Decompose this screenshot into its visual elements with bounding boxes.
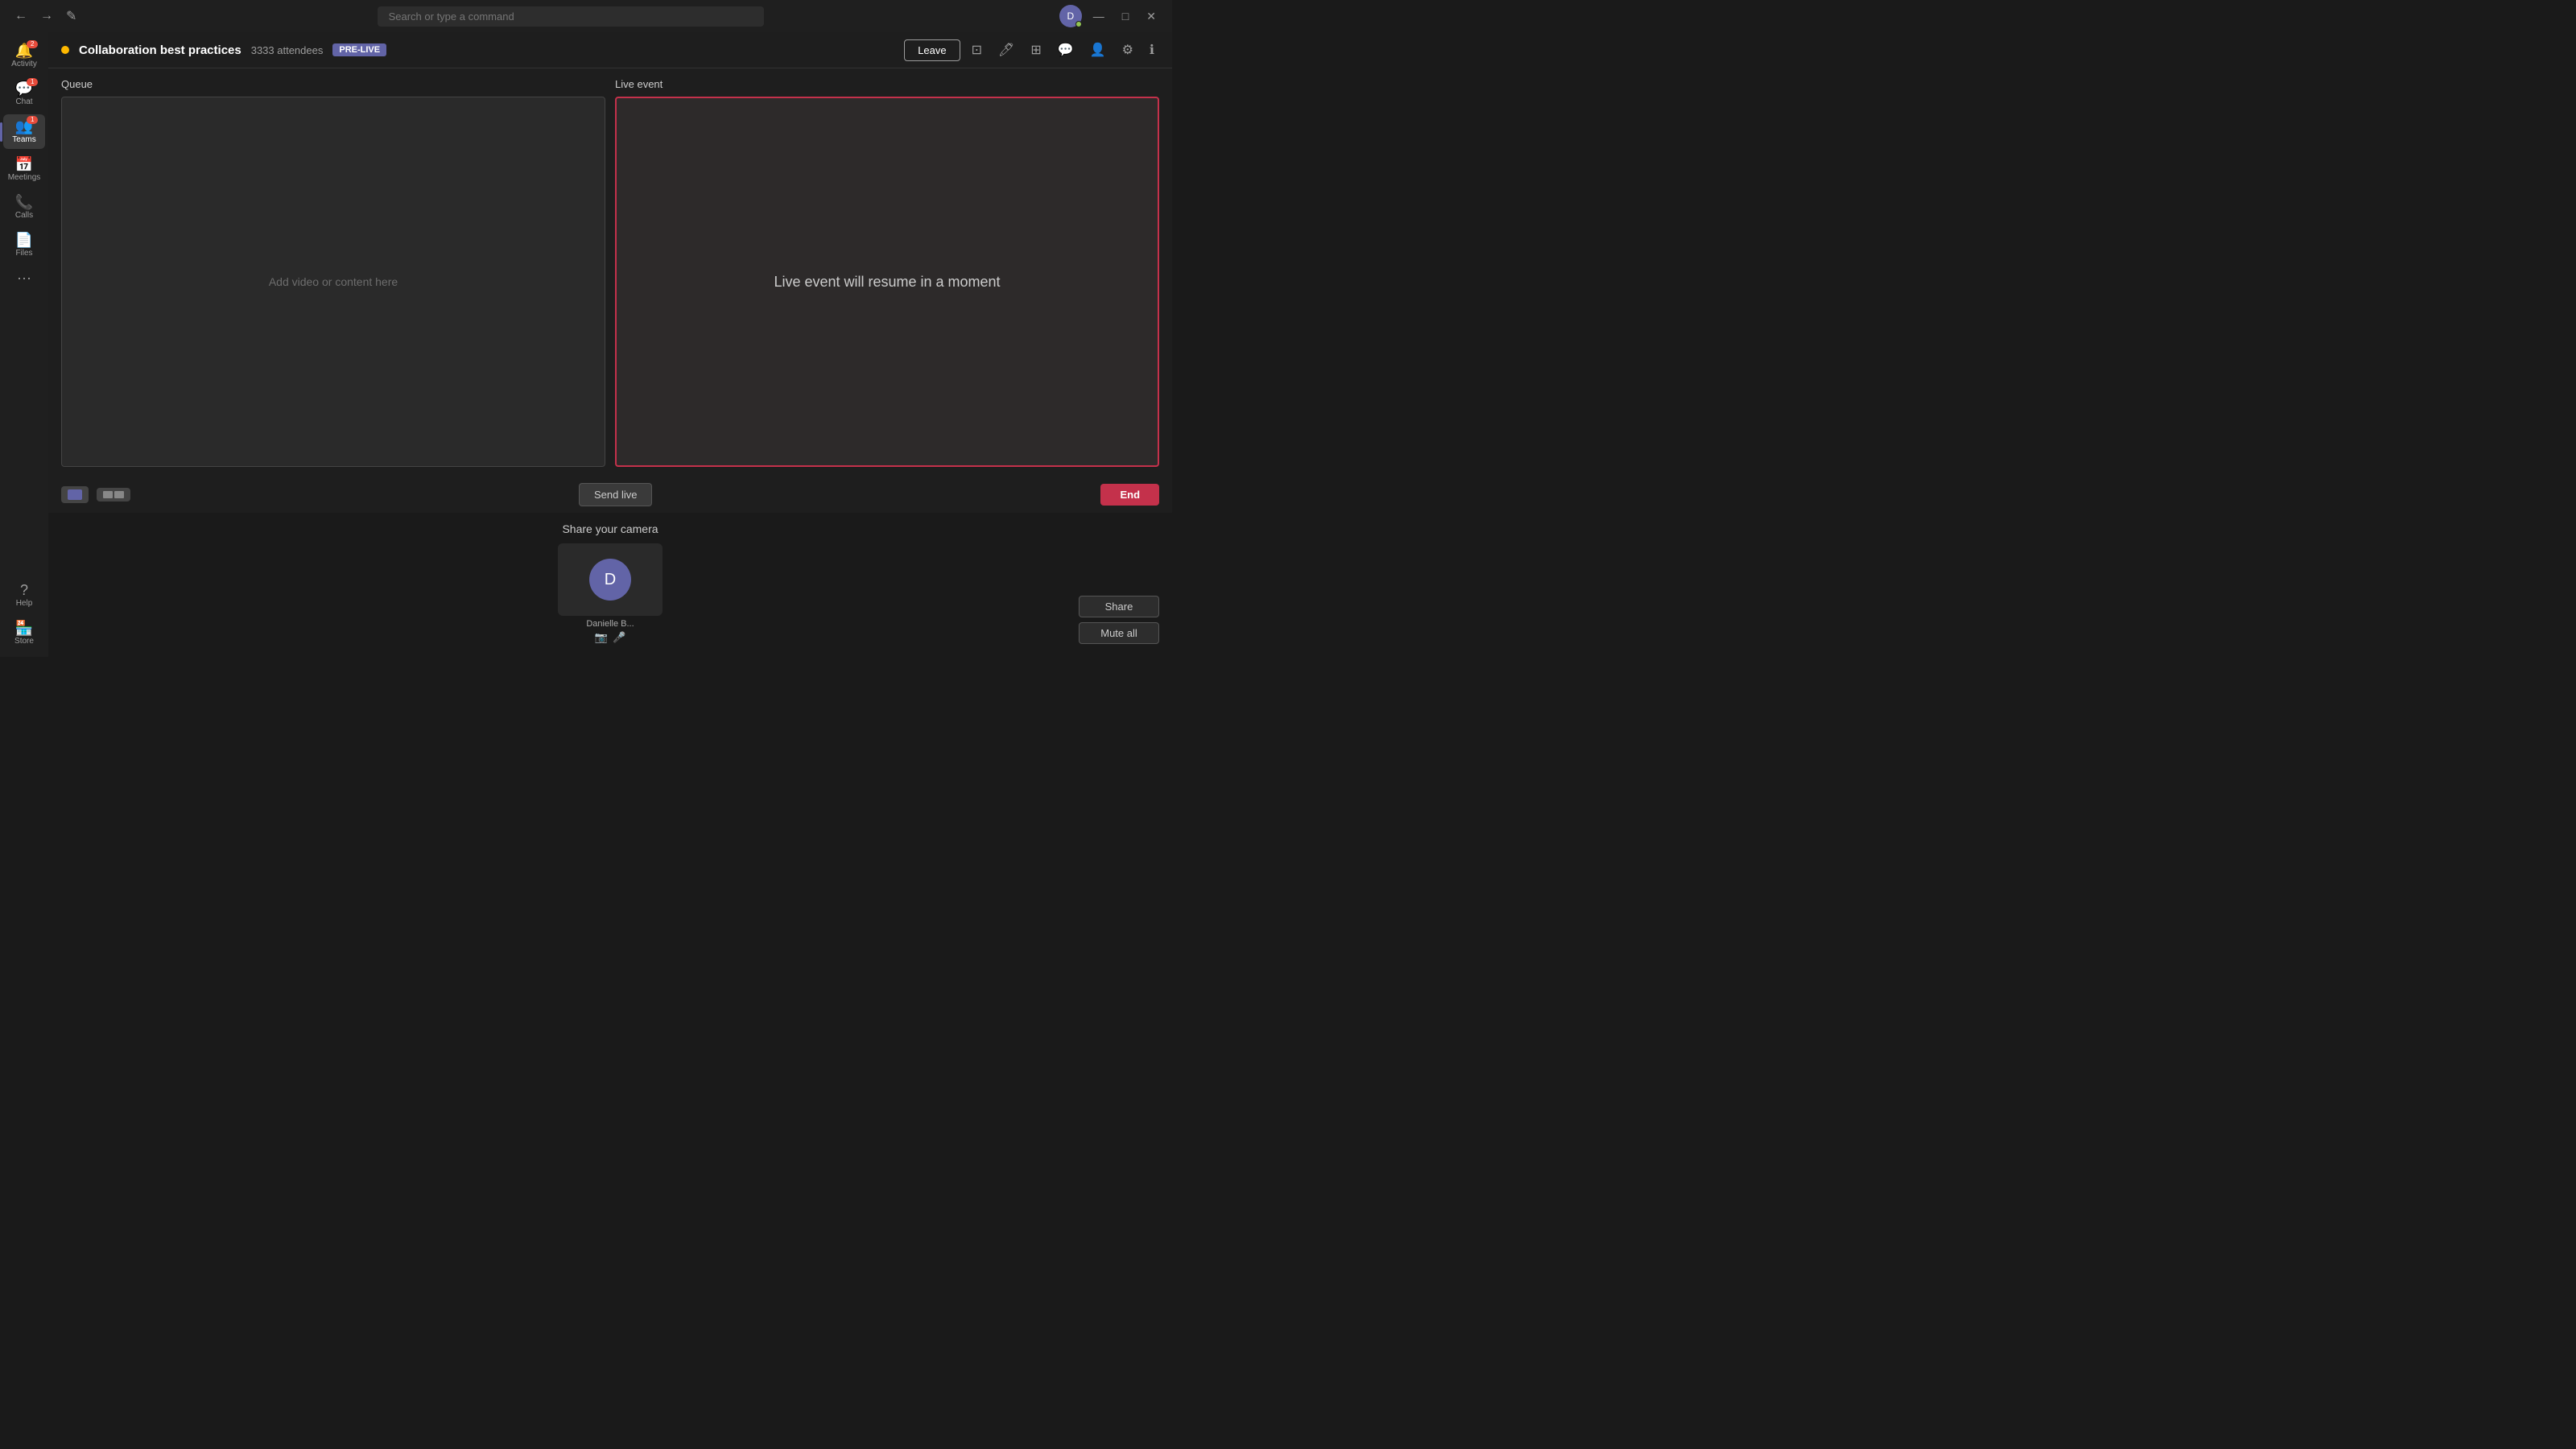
sidebar-item-chat[interactable]: 💬 1 Chat	[3, 76, 45, 111]
queue-area[interactable]: Add video or content here	[61, 97, 605, 467]
more-icon: ···	[17, 270, 31, 285]
layout-single-button[interactable]	[61, 486, 89, 503]
sidebar-label-chat: Chat	[15, 97, 32, 106]
share-button[interactable]: Share	[1079, 596, 1159, 617]
sidebar-bottom: ? Help 🏪 Store	[3, 578, 45, 657]
stage: Queue Add video or content here Live eve…	[48, 68, 1172, 477]
sidebar-item-more[interactable]: ···	[3, 266, 45, 290]
forward-button[interactable]: →	[35, 5, 58, 27]
activity-badge: 2	[27, 40, 38, 48]
store-icon: 🏪	[15, 621, 33, 635]
queue-placeholder: Add video or content here	[269, 275, 398, 288]
sidebar-item-files[interactable]: 📄 Files	[3, 228, 45, 262]
camera-icons: 📷 🎤	[595, 631, 625, 644]
camera-row: D Danielle B... 📷 🎤 Share Mute all	[61, 543, 1159, 644]
layout-split-icon-left	[103, 491, 113, 498]
main-content: Collaboration best practices 3333 attend…	[48, 32, 1172, 657]
camera-label: Share your camera	[562, 522, 658, 535]
teams-badge: 1	[27, 116, 38, 124]
send-live-button[interactable]: Send live	[579, 483, 652, 506]
sidebar-label-store: Store	[14, 637, 34, 646]
layout-single-icon	[68, 489, 82, 500]
sidebar-item-teams[interactable]: 👥 1 Teams	[3, 114, 45, 149]
live-event-message: Live event will resume in a moment	[774, 274, 1000, 291]
nav-buttons: ← → ✎	[10, 5, 81, 27]
controls-bar: Send live End	[48, 477, 1172, 513]
sidebar-item-calls[interactable]: 📞 Calls	[3, 190, 45, 225]
user-status	[1075, 21, 1082, 27]
live-panel: Live event Live event will resume in a m…	[615, 78, 1159, 467]
sidebar-label-teams: Teams	[12, 135, 35, 144]
info-icon[interactable]: ℹ	[1145, 39, 1159, 61]
header-toolbar: Leave ⊡ 🖊 ⊞ 💬 👤 ⚙ ℹ	[904, 39, 1159, 61]
sidebar: 🔔 2 Activity 💬 1 Chat 👥 1 Teams 📅 Meetin…	[0, 32, 48, 657]
title-bar: ← → ✎ D — □ ✕	[0, 0, 1172, 32]
mute-all-button[interactable]: Mute all	[1079, 622, 1159, 644]
close-button[interactable]: ✕	[1140, 6, 1162, 27]
attendees-count: 3333 attendees	[251, 44, 324, 56]
meeting-notes-icon[interactable]: ⊡	[967, 39, 987, 61]
camera-video-icon: 📷	[595, 631, 608, 644]
participants-icon[interactable]: 👤	[1085, 39, 1111, 61]
layout-split-button[interactable]	[97, 488, 130, 502]
search-input[interactable]	[378, 6, 764, 27]
participant-avatar: D	[589, 559, 631, 601]
sidebar-label-calls: Calls	[15, 211, 33, 220]
chat-badge: 1	[27, 78, 38, 86]
live-event-label: Live event	[615, 78, 1159, 90]
activity-icon: 🔔 2	[15, 43, 33, 58]
sidebar-label-activity: Activity	[11, 60, 37, 68]
sidebar-item-activity[interactable]: 🔔 2 Activity	[3, 39, 45, 73]
pre-live-badge: PRE-LIVE	[332, 43, 386, 56]
camera-mic-icon: 🎤	[613, 631, 625, 644]
share-screen-icon[interactable]: ⊞	[1026, 39, 1046, 61]
layout-split-icon-right	[114, 491, 124, 498]
whiteboard-icon[interactable]: 🖊	[993, 39, 1019, 61]
participant-name: Danielle B...	[586, 619, 634, 629]
chat-icon: 💬 1	[15, 81, 33, 96]
sidebar-label-files: Files	[15, 249, 32, 258]
camera-feed: D	[558, 543, 663, 616]
search-container	[88, 6, 1052, 27]
window-controls: D — □ ✕	[1059, 5, 1162, 27]
user-avatar[interactable]: D	[1059, 5, 1082, 27]
live-event-area: Live event will resume in a moment	[615, 97, 1159, 467]
queue-label: Queue	[61, 78, 605, 90]
minimize-button[interactable]: —	[1087, 6, 1111, 26]
calls-icon: 📞	[15, 195, 33, 209]
teams-icon: 👥 1	[15, 119, 33, 134]
event-status-indicator	[61, 46, 69, 54]
files-icon: 📄	[15, 233, 33, 247]
chat-panel-icon[interactable]: 💬	[1053, 39, 1079, 61]
end-button[interactable]: End	[1100, 484, 1159, 506]
sidebar-item-store[interactable]: 🏪 Store	[3, 616, 45, 650]
sidebar-label-help: Help	[16, 599, 33, 608]
back-button[interactable]: ←	[10, 5, 32, 27]
leave-button[interactable]: Leave	[904, 39, 960, 61]
sidebar-item-help[interactable]: ? Help	[3, 578, 45, 613]
help-icon: ?	[20, 583, 28, 597]
app-body: 🔔 2 Activity 💬 1 Chat 👥 1 Teams 📅 Meetin…	[0, 32, 1172, 657]
event-title: Collaboration best practices	[79, 43, 242, 57]
queue-panel: Queue Add video or content here	[61, 78, 605, 467]
sidebar-item-meetings[interactable]: 📅 Meetings	[3, 152, 45, 187]
settings-icon[interactable]: ⚙	[1117, 39, 1138, 61]
sidebar-label-meetings: Meetings	[8, 173, 41, 182]
maximize-button[interactable]: □	[1116, 6, 1135, 26]
compose-button[interactable]: ✎	[61, 5, 81, 27]
camera-section: Share your camera D Danielle B... 📷 🎤 Sh…	[48, 513, 1172, 657]
meetings-icon: 📅	[15, 157, 33, 171]
event-header: Collaboration best practices 3333 attend…	[48, 32, 1172, 68]
camera-action-buttons: Share Mute all	[1079, 596, 1159, 644]
